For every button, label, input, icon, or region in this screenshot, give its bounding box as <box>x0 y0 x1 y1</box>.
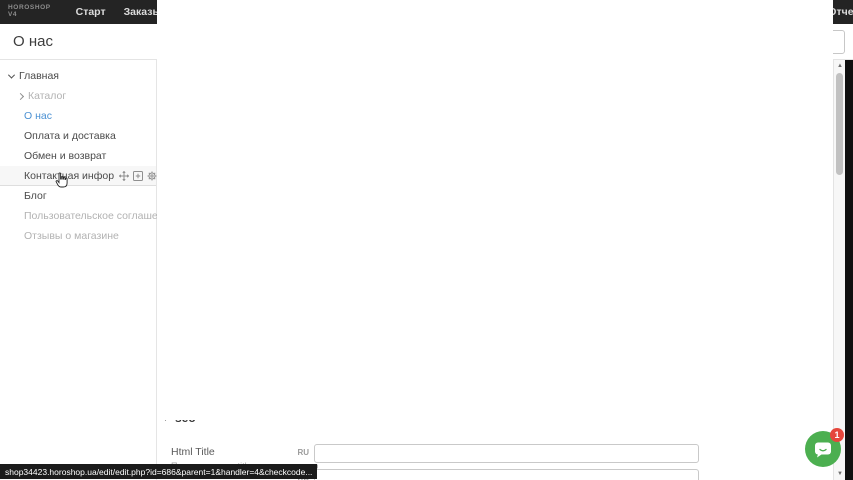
tree-item-katalog[interactable]: Каталог <box>0 86 156 106</box>
topbar: HOROSHOP V4 shop34423.horoshop.ua Старт … <box>0 0 853 24</box>
tree-item-label: Обмен и возврат <box>24 150 106 162</box>
logo[interactable]: HOROSHOP V4 shop34423.horoshop.ua <box>8 5 51 19</box>
tree-item-otzyvy-o-magazine[interactable]: Отзывы о магазине <box>0 226 156 246</box>
scrollbar-thumb[interactable] <box>836 73 843 175</box>
tree-item-label: Пользовательское соглашение <box>24 210 175 222</box>
tree-item-label: Отзывы о магазине <box>24 230 119 242</box>
tree-item-label: Оплата и доставка <box>24 130 116 142</box>
html-title-ua-input[interactable] <box>314 469 699 480</box>
tree-item-glavnaya[interactable]: Главная <box>0 66 156 86</box>
move-icon[interactable] <box>119 171 129 181</box>
tree-item-label: Главная <box>19 70 59 82</box>
tree-item-kontaktnaya-infor[interactable]: Контактная инфор <box>0 166 156 186</box>
add-page-icon[interactable] <box>133 171 143 181</box>
tree-item-label: Контактная инфор <box>24 170 114 182</box>
chevron-right-icon[interactable] <box>15 94 25 99</box>
html-title-label: Html Title <box>171 446 285 458</box>
tree-item-label: О нас <box>24 110 52 122</box>
vertical-scrollbar[interactable]: ▲ ▼ <box>833 60 845 480</box>
link-status-bar: shop34423.horoshop.ua/edit/edit.php?id=6… <box>0 464 317 479</box>
settings-gear-icon[interactable] <box>147 171 157 181</box>
screen-right-gutter <box>845 60 853 480</box>
tree-item-obmen-i-vozvrat[interactable]: Обмен и возврат <box>0 146 156 166</box>
tree-item-o-nas[interactable]: О нас <box>0 106 156 126</box>
tree-item-label: Каталог <box>28 90 66 102</box>
tree-item-blog[interactable]: Блог <box>0 186 156 206</box>
tree-item-oplata-i-dostavka[interactable]: Оплата и доставка <box>0 126 156 146</box>
chevron-down-icon[interactable] <box>6 74 16 79</box>
logo-domain-text: shop34423.horoshop.ua <box>157 0 833 420</box>
html-title-ru-input[interactable] <box>314 444 699 463</box>
tree-item-polzovatelskoe-soglashenie[interactable]: Пользовательское соглашение <box>0 206 156 226</box>
lang-ru-badge: RU <box>285 448 309 457</box>
logo-version-text: HOROSHOP V4 <box>8 5 51 18</box>
tree-item-label: Блог <box>24 190 47 202</box>
pages-tree-sidebar: Главная Каталог О нас Оплата и доставка … <box>0 60 157 480</box>
chat-notification-badge: 1 <box>830 428 844 442</box>
page: HOROSHOP V4 shop34423.horoshop.ua Старт … <box>0 0 853 480</box>
page-title: О нас <box>13 33 53 50</box>
nav-item-start[interactable]: Старт <box>67 2 115 22</box>
chat-widget-button[interactable]: 1 <box>805 431 841 467</box>
